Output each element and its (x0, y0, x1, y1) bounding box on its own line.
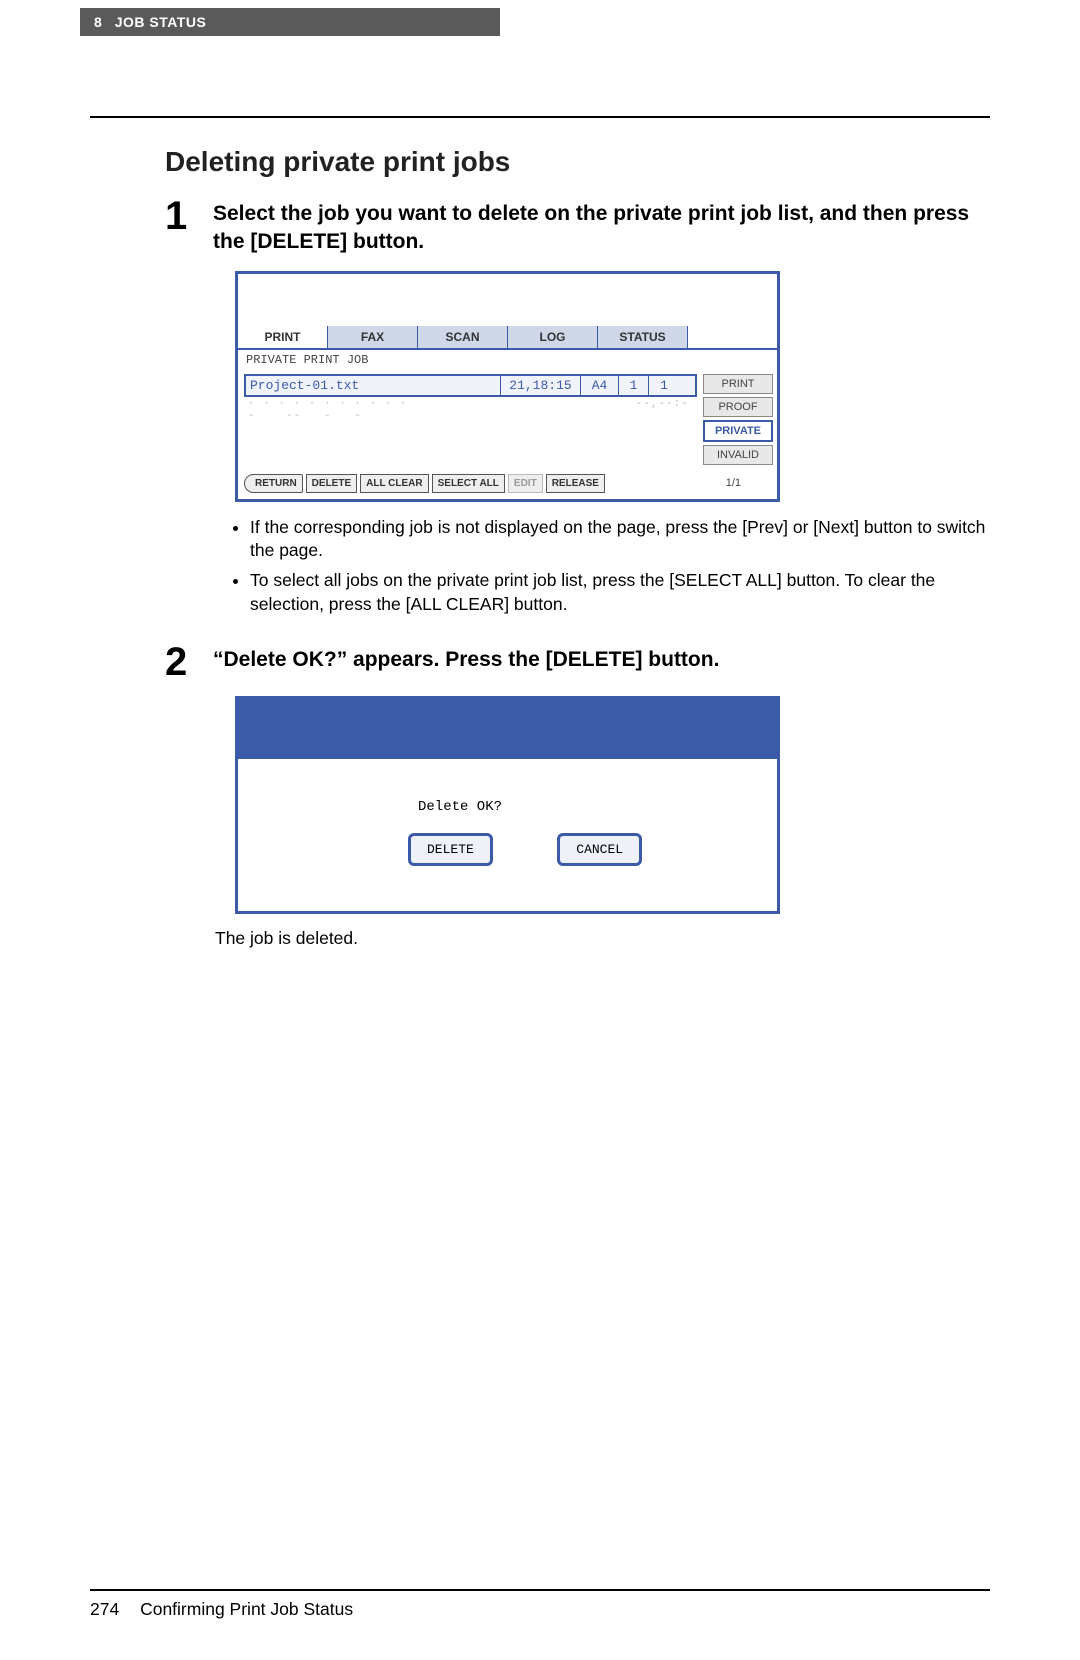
step1-notes: If the corresponding job is not displaye… (250, 516, 990, 617)
list-area: Project-01.txt 21,18:15 A4 1 1 · · · · ·… (238, 370, 777, 472)
cat-print[interactable]: PRINT (703, 374, 773, 394)
chapter-number: 8 (94, 14, 102, 30)
select-all-button[interactable]: SELECT ALL (432, 474, 505, 493)
dialog-delete-button[interactable]: DELETE (408, 833, 493, 866)
chapter-title: JOB STATUS (115, 14, 207, 30)
tab-log[interactable]: LOG (508, 326, 598, 348)
job-row-selected[interactable]: Project-01.txt 21,18:15 A4 1 1 (244, 374, 697, 397)
note-2: To select all jobs on the private print … (250, 569, 990, 616)
top-rule (90, 116, 990, 118)
result-text: The job is deleted. (215, 928, 1080, 949)
page-number: 274 (90, 1599, 119, 1619)
dialog-header-bar (238, 699, 777, 759)
tab-print[interactable]: PRINT (238, 326, 328, 348)
tab-scan[interactable]: SCAN (418, 326, 508, 348)
footer-title: Confirming Print Job Status (140, 1599, 353, 1619)
step-number: 2 (165, 642, 213, 682)
return-button[interactable]: RETURN (244, 474, 303, 493)
job-name: Project-01.txt (246, 376, 501, 395)
step-text: Select the job you want to delete on the… (213, 196, 990, 257)
list-title: PRIVATE PRINT JOB (238, 350, 777, 370)
job-time: 21,18:15 (501, 376, 581, 395)
confirm-dialog: Delete OK? DELETE CANCEL (235, 696, 780, 914)
release-button[interactable]: RELEASE (546, 474, 605, 493)
all-clear-button[interactable]: ALL CLEAR (360, 474, 428, 493)
chapter-header: 8 JOB STATUS (80, 8, 500, 36)
cat-private[interactable]: PRIVATE (703, 420, 773, 442)
ghost-row: · · · · · · · · · · · --,--:-- -- - - (244, 397, 697, 423)
tab-spacer (688, 326, 777, 348)
cat-invalid[interactable]: INVALID (703, 445, 773, 465)
page-footer: 274 Confirming Print Job Status (90, 1599, 1080, 1620)
job-status-panel: PRINT FAX SCAN LOG STATUS PRIVATE PRINT … (235, 271, 780, 502)
tab-fax[interactable]: FAX (328, 326, 418, 348)
job-paper: A4 (581, 376, 619, 395)
cat-proof[interactable]: PROOF (703, 397, 773, 417)
tab-status[interactable]: STATUS (598, 326, 688, 348)
section-title: Deleting private print jobs (165, 146, 1080, 178)
document-page: 8 JOB STATUS Deleting private print jobs… (0, 8, 1080, 1660)
panel-blank-header (238, 274, 777, 326)
dialog-body: Delete OK? DELETE CANCEL (238, 759, 777, 911)
bottom-rule (90, 1589, 990, 1591)
job-sets: 1 (649, 376, 679, 395)
dialog-buttons: DELETE CANCEL (408, 833, 777, 866)
tab-bar: PRINT FAX SCAN LOG STATUS (238, 326, 777, 350)
edit-button[interactable]: EDIT (508, 474, 543, 493)
step-number: 1 (165, 196, 213, 257)
screenshot-2: Delete OK? DELETE CANCEL (235, 696, 1080, 914)
note-1: If the corresponding job is not displaye… (250, 516, 990, 563)
category-buttons: PRINT PROOF PRIVATE INVALID (703, 370, 777, 472)
dialog-message: Delete OK? (418, 799, 777, 815)
bottom-button-bar: RETURN DELETE ALL CLEAR SELECT ALL EDIT … (238, 472, 777, 499)
step-1: 1 Select the job you want to delete on t… (165, 196, 990, 257)
page-indicator: 1/1 (726, 477, 771, 489)
job-list: Project-01.txt 21,18:15 A4 1 1 · · · · ·… (238, 370, 703, 472)
step-2: 2 “Delete OK?” appears. Press the [DELET… (165, 642, 990, 682)
screenshot-1: PRINT FAX SCAN LOG STATUS PRIVATE PRINT … (235, 271, 1080, 502)
dialog-cancel-button[interactable]: CANCEL (557, 833, 642, 866)
delete-button[interactable]: DELETE (306, 474, 357, 493)
job-copies: 1 (619, 376, 649, 395)
step-text: “Delete OK?” appears. Press the [DELETE]… (213, 642, 719, 682)
